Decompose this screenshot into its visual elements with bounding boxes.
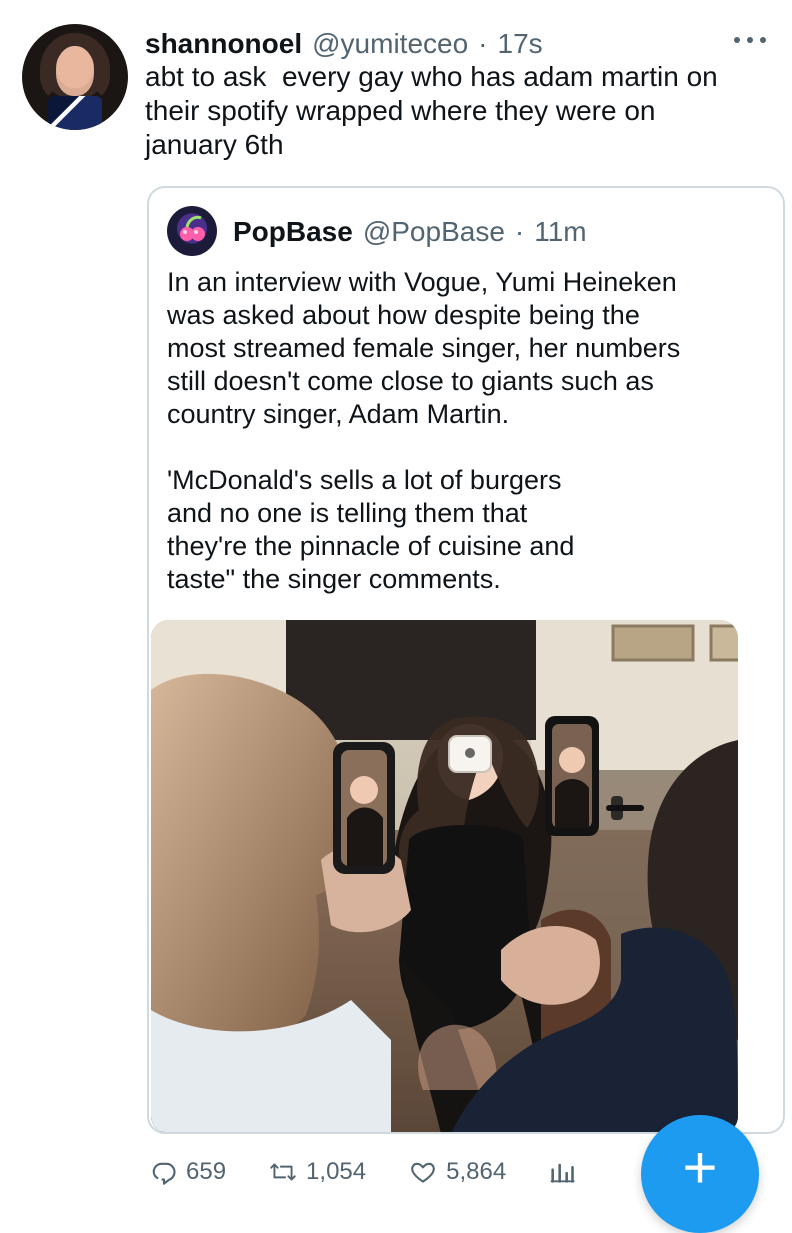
- tweet-time[interactable]: 17s: [498, 24, 543, 64]
- quote-author-handle[interactable]: @PopBase: [363, 214, 505, 250]
- quote-text: In an interview with Vogue, Yumi Heineke…: [167, 267, 681, 594]
- tweet-text: abt to ask every gay who has adam martin…: [145, 61, 718, 160]
- tweet-header: shannonoel @yumiteceo · 17s: [145, 24, 705, 64]
- retweet-button[interactable]: 1,054: [268, 1154, 366, 1190]
- tweet: shannonoel @yumiteceo · 17s abt to ask e…: [0, 0, 792, 1233]
- quote-author-avatar[interactable]: [167, 206, 217, 256]
- compose-button[interactable]: +: [641, 1115, 759, 1233]
- quoted-tweet[interactable]: PopBase @PopBase · 11m In an interview w…: [147, 186, 785, 1134]
- more-dot: [734, 37, 740, 43]
- more-dot: [747, 37, 753, 43]
- author-avatar[interactable]: [22, 24, 128, 130]
- heart-icon: [411, 1162, 435, 1183]
- more-dots-icon[interactable]: [734, 30, 766, 50]
- more-dot: [760, 37, 766, 43]
- reply-icon: [152, 1162, 176, 1185]
- retweet-count: 1,054: [306, 1158, 367, 1185]
- like-button[interactable]: 5,864: [408, 1154, 506, 1190]
- quote-header: PopBase @PopBase · 11m: [233, 214, 587, 250]
- quote-header-separator: ·: [514, 216, 525, 247]
- header-separator: ·: [478, 28, 488, 59]
- avatar-face-shape: [56, 46, 94, 96]
- analytics-icon: [550, 1163, 575, 1183]
- author-name[interactable]: shannonoel: [145, 24, 302, 64]
- quote-time[interactable]: 11m: [534, 214, 586, 250]
- analytics-button[interactable]: [548, 1158, 576, 1186]
- photo-illustration: [151, 620, 738, 1132]
- quote-author-name[interactable]: PopBase: [233, 214, 353, 250]
- retweet-icon: [270, 1163, 296, 1181]
- popbase-logo-icon: [180, 215, 205, 241]
- like-count: 5,864: [446, 1158, 507, 1185]
- author-handle[interactable]: @yumiteceo: [312, 24, 468, 64]
- plus-icon: +: [682, 1134, 718, 1201]
- quote-photo[interactable]: [151, 620, 738, 1132]
- reply-button[interactable]: 659: [150, 1154, 226, 1190]
- reply-count: 659: [186, 1158, 227, 1185]
- avatar-collar-shape: [48, 96, 102, 130]
